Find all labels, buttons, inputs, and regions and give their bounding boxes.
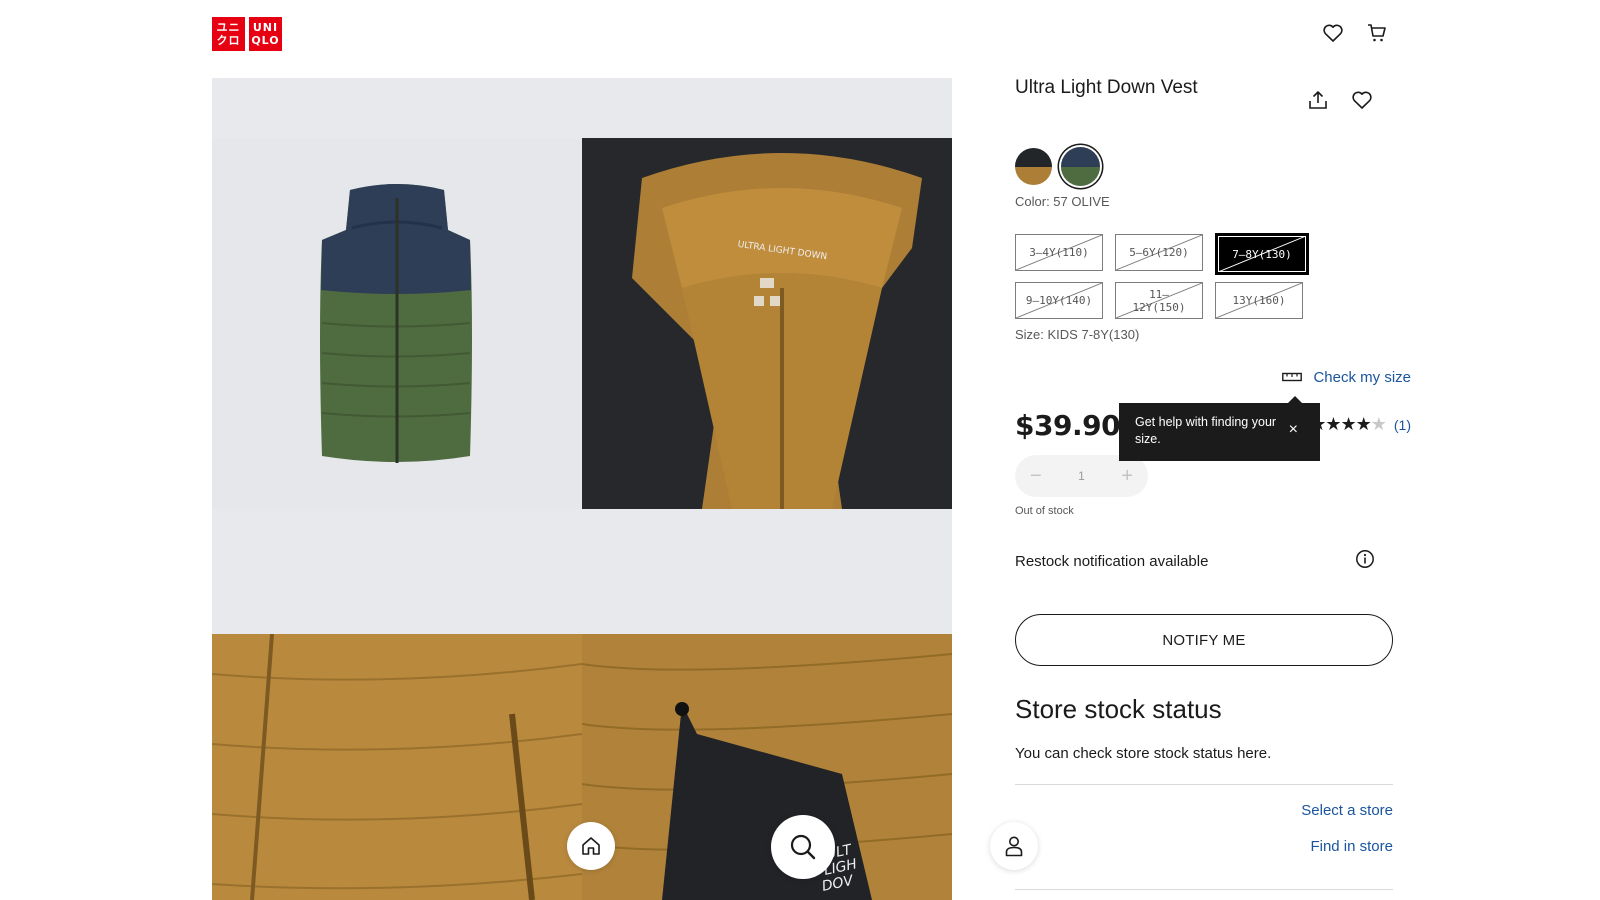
tooltip-text: Get help with finding your size. [1135, 415, 1277, 446]
check-size-label: Check my size [1313, 369, 1411, 386]
header-actions [1322, 22, 1388, 44]
logo-katakana-box: ユニ クロ [212, 17, 245, 51]
size-option-label: 13Y(160) [1232, 294, 1286, 307]
product-detail-panel: Ultra Light Down Vest Color: 57 OLIVE 3–… [1015, 76, 1411, 890]
store-stock-title: Store stock status [1015, 694, 1222, 724]
size-option[interactable]: 13Y(160) [1215, 282, 1303, 319]
check-my-size-link[interactable]: Check my size [1282, 369, 1411, 386]
divider [1015, 784, 1393, 785]
size-option-label: 7–8Y(130) [1232, 247, 1292, 261]
share-icon[interactable] [1307, 89, 1329, 111]
size-option-label: 11–12Y(150) [1132, 287, 1186, 314]
close-icon[interactable]: × [1289, 422, 1298, 438]
size-help-tooltip: Get help with finding your size. × [1119, 396, 1320, 461]
cart-icon[interactable] [1366, 22, 1388, 44]
logo-text: クロ [216, 34, 241, 47]
restock-label: Restock notification available [1015, 552, 1209, 570]
color-swatch-brown[interactable] [1015, 148, 1052, 185]
logo-latin-box: UNI QLO [249, 17, 282, 51]
store-stock-description: You can check store stock status here. [1015, 745, 1272, 762]
quantity-decrease-button[interactable]: − [1030, 465, 1042, 488]
product-image-vest-pouch[interactable]: ULT LIGH DOV [582, 634, 952, 900]
info-icon[interactable] [1355, 549, 1375, 573]
stock-status: Out of stock [1015, 505, 1074, 517]
favorite-heart-icon[interactable] [1351, 89, 1373, 111]
product-rating[interactable]: ★★★★★ (1) [1310, 414, 1411, 435]
review-count[interactable]: (1) [1394, 417, 1411, 433]
select-store-link[interactable]: Select a store [1301, 802, 1393, 819]
user-icon[interactable] [990, 822, 1038, 870]
uniqlo-logo[interactable]: ユニ クロ UNI QLO [212, 17, 282, 51]
quantity-value: 1 [1078, 469, 1085, 483]
color-swatch-olive[interactable] [1061, 147, 1100, 186]
quantity-stepper: − 1 + [1015, 455, 1148, 497]
logo-text: QLO [251, 34, 280, 47]
title-actions [1307, 89, 1373, 111]
color-label: Color: 57 OLIVE [1015, 194, 1110, 209]
divider [1015, 889, 1393, 890]
product-image-vest-collar[interactable]: ULTRA LIGHT DOWN [582, 138, 952, 509]
size-option-label: 3–4Y(110) [1029, 246, 1089, 259]
size-option[interactable]: 11–12Y(150) [1115, 282, 1203, 319]
home-icon[interactable] [567, 822, 615, 870]
size-option-label: 5–6Y(120) [1129, 246, 1189, 259]
ruler-icon [1282, 369, 1303, 386]
size-option[interactable]: 5–6Y(120) [1115, 234, 1203, 271]
product-image-vest-front[interactable] [212, 138, 582, 509]
product-price: $39.90 [1015, 409, 1121, 442]
search-icon[interactable] [771, 815, 835, 879]
star-rating-icon: ★★★★★ [1310, 414, 1387, 434]
notify-me-button[interactable]: NOTIFY ME [1015, 614, 1393, 666]
quantity-increase-button[interactable]: + [1121, 465, 1133, 488]
size-option-selected[interactable]: 7–8Y(130) [1215, 233, 1309, 275]
restock-notice: Restock notification available [1015, 549, 1375, 573]
find-in-store-link[interactable]: Find in store [1310, 838, 1393, 855]
size-option[interactable]: 9–10Y(140) [1015, 282, 1103, 319]
logo-text: ユニ [216, 21, 241, 34]
product-image-vest-pocket[interactable] [212, 634, 582, 900]
logo-text: UNI [252, 21, 279, 34]
color-swatches [1015, 147, 1100, 186]
product-image-gallery: ULTRA LIGHT DOWN ULT LIGH DOV [212, 78, 952, 900]
size-option-label: 9–10Y(140) [1025, 294, 1093, 307]
size-option[interactable]: 3–4Y(110) [1015, 234, 1103, 271]
size-label: Size: KIDS 7-8Y(130) [1015, 327, 1140, 342]
wishlist-heart-icon[interactable] [1322, 22, 1344, 44]
